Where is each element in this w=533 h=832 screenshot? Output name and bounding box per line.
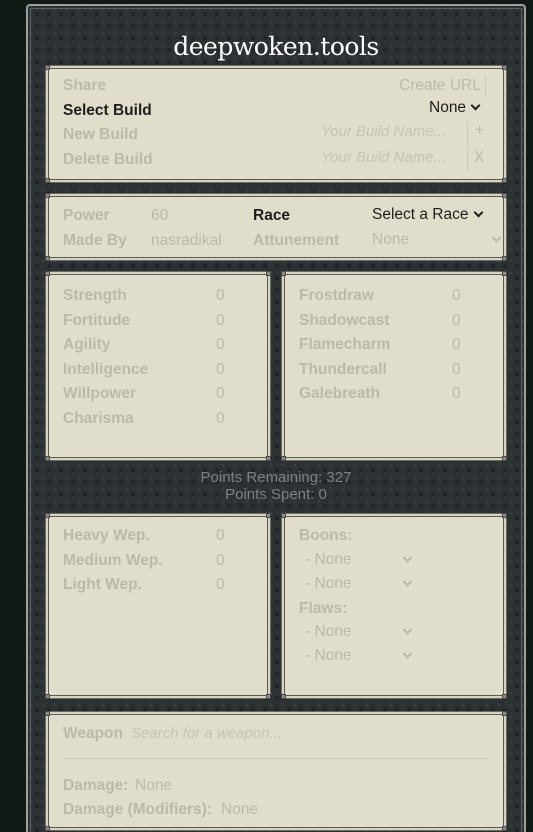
flaw-select[interactable]: - None [305, 647, 412, 665]
chevron-down-icon [402, 624, 412, 635]
attunement-stat-value[interactable]: 0 [452, 287, 461, 305]
info-panel: Power 60 Race Select a Race Made By nasr… [45, 193, 507, 261]
attribute-value[interactable]: 0 [216, 287, 225, 305]
app-title: deepwoken.tools [173, 32, 379, 61]
attribute-label: Fortitude [63, 312, 131, 329]
attunement-stat-value[interactable]: 0 [452, 385, 461, 403]
weapon-label: Weapon [63, 725, 123, 742]
damage-modifiers-value: None [221, 801, 259, 818]
weapon-stat-label: Medium Wep. [63, 552, 163, 569]
made-by-value[interactable]: nasradikal [151, 232, 222, 250]
flaw-select[interactable]: - None [305, 623, 412, 641]
weapon-stat-value[interactable]: 0 [216, 576, 225, 594]
attribute-label: Charisma [63, 410, 134, 427]
race-value: Select a Race [372, 206, 469, 223]
divider [63, 758, 489, 759]
damage-label: Damage: [63, 777, 129, 794]
attunement-stat-label: Flamecharm [299, 336, 391, 353]
new-build-input[interactable]: Your Build Name... [321, 123, 446, 140]
attribute-label: Strength [63, 287, 127, 304]
attunement-stat-value[interactable]: 0 [452, 336, 461, 354]
select-build-dropdown[interactable]: None [429, 99, 481, 117]
boon-value: - None [305, 551, 352, 568]
delete-build-label: Delete Build [63, 151, 153, 168]
attunement-stat-label: Shadowcast [299, 312, 390, 329]
attribute-value[interactable]: 0 [216, 361, 225, 379]
new-build-label: New Build [63, 126, 138, 143]
power-label: Power [63, 207, 110, 224]
points-spent: Points Spent: 0 [225, 486, 327, 503]
add-build-button[interactable]: + [475, 122, 484, 140]
traits-panel: Boons: - None - None Flaws: - None - Non… [281, 513, 507, 699]
boons-label: Boons: [299, 527, 353, 544]
weapon-stat-label: Light Wep. [63, 576, 142, 593]
damage-value: None [135, 777, 173, 794]
create-url-button[interactable]: Create URL [399, 77, 481, 95]
delete-build-button[interactable]: X [474, 149, 484, 167]
attribute-value[interactable]: 0 [216, 312, 225, 330]
boon-select[interactable]: - None [305, 575, 412, 593]
select-build-value: None [429, 99, 467, 116]
attunement-stat-label: Frostdraw [299, 287, 374, 304]
weapon-search-input[interactable]: Search for a weapon... [131, 725, 282, 742]
flaw-value: - None [305, 623, 352, 640]
attunement-stat-label: Galebreath [299, 385, 380, 402]
share-label: Share [63, 77, 107, 94]
chevron-down-icon [470, 100, 481, 111]
boon-value: - None [305, 575, 352, 592]
race-dropdown[interactable]: Select a Race [372, 206, 483, 224]
boon-select[interactable]: - None [305, 551, 412, 569]
flaws-label: Flaws: [299, 600, 348, 617]
attribute-value[interactable]: 0 [216, 336, 225, 354]
delete-build-input[interactable]: Your Build Name... [321, 149, 446, 166]
chevron-down-icon [491, 232, 502, 243]
attunement-stat-value[interactable]: 0 [452, 312, 461, 330]
attribute-label: Willpower [63, 385, 137, 402]
app-container: deepwoken.tools Share Create URL Select … [26, 4, 526, 832]
attribute-label: Agility [63, 336, 111, 353]
attunement-dropdown[interactable]: None [372, 231, 502, 249]
race-label: Race [253, 207, 291, 224]
attribute-value[interactable]: 0 [216, 410, 225, 428]
attribute-value[interactable]: 0 [216, 385, 225, 403]
attribute-label: Intelligence [63, 361, 149, 378]
weapon-stats-panel: Heavy Wep. 0 Medium Wep. 0 Light Wep. 0 [45, 513, 271, 699]
damage-modifiers-label: Damage (Modifiers): [63, 801, 212, 818]
attunements-panel: Frostdraw 0 Shadowcast 0 Flamecharm 0 Thund… [281, 271, 507, 461]
weapon-stat-value[interactable]: 0 [216, 552, 225, 570]
weapon-stat-value[interactable]: 0 [216, 527, 225, 545]
attributes-panel: Strength 0 Fortitude 0 Agility 0 Intelligen… [45, 271, 271, 461]
attunement-stat-value[interactable]: 0 [452, 361, 461, 379]
chevron-down-icon [402, 552, 412, 563]
points-remaining: Points Remaining: 327 [200, 469, 352, 486]
select-build-label: Select Build [63, 102, 152, 119]
weapon-panel: Weapon Search for a weapon... Damage: No… [45, 711, 507, 831]
power-value[interactable]: 60 [151, 207, 168, 225]
attunement-value: None [372, 231, 410, 248]
flaw-value: - None [305, 647, 352, 664]
chevron-down-icon [402, 576, 412, 587]
chevron-down-icon [402, 648, 412, 659]
weapon-stat-label: Heavy Wep. [63, 527, 150, 544]
made-by-label: Made By [63, 232, 127, 249]
chevron-down-icon [473, 207, 483, 218]
attunement-label: Attunement [253, 232, 340, 249]
build-panel: Share Create URL Select Build None New B… [45, 65, 507, 183]
attunement-stat-label: Thundercall [299, 361, 387, 378]
